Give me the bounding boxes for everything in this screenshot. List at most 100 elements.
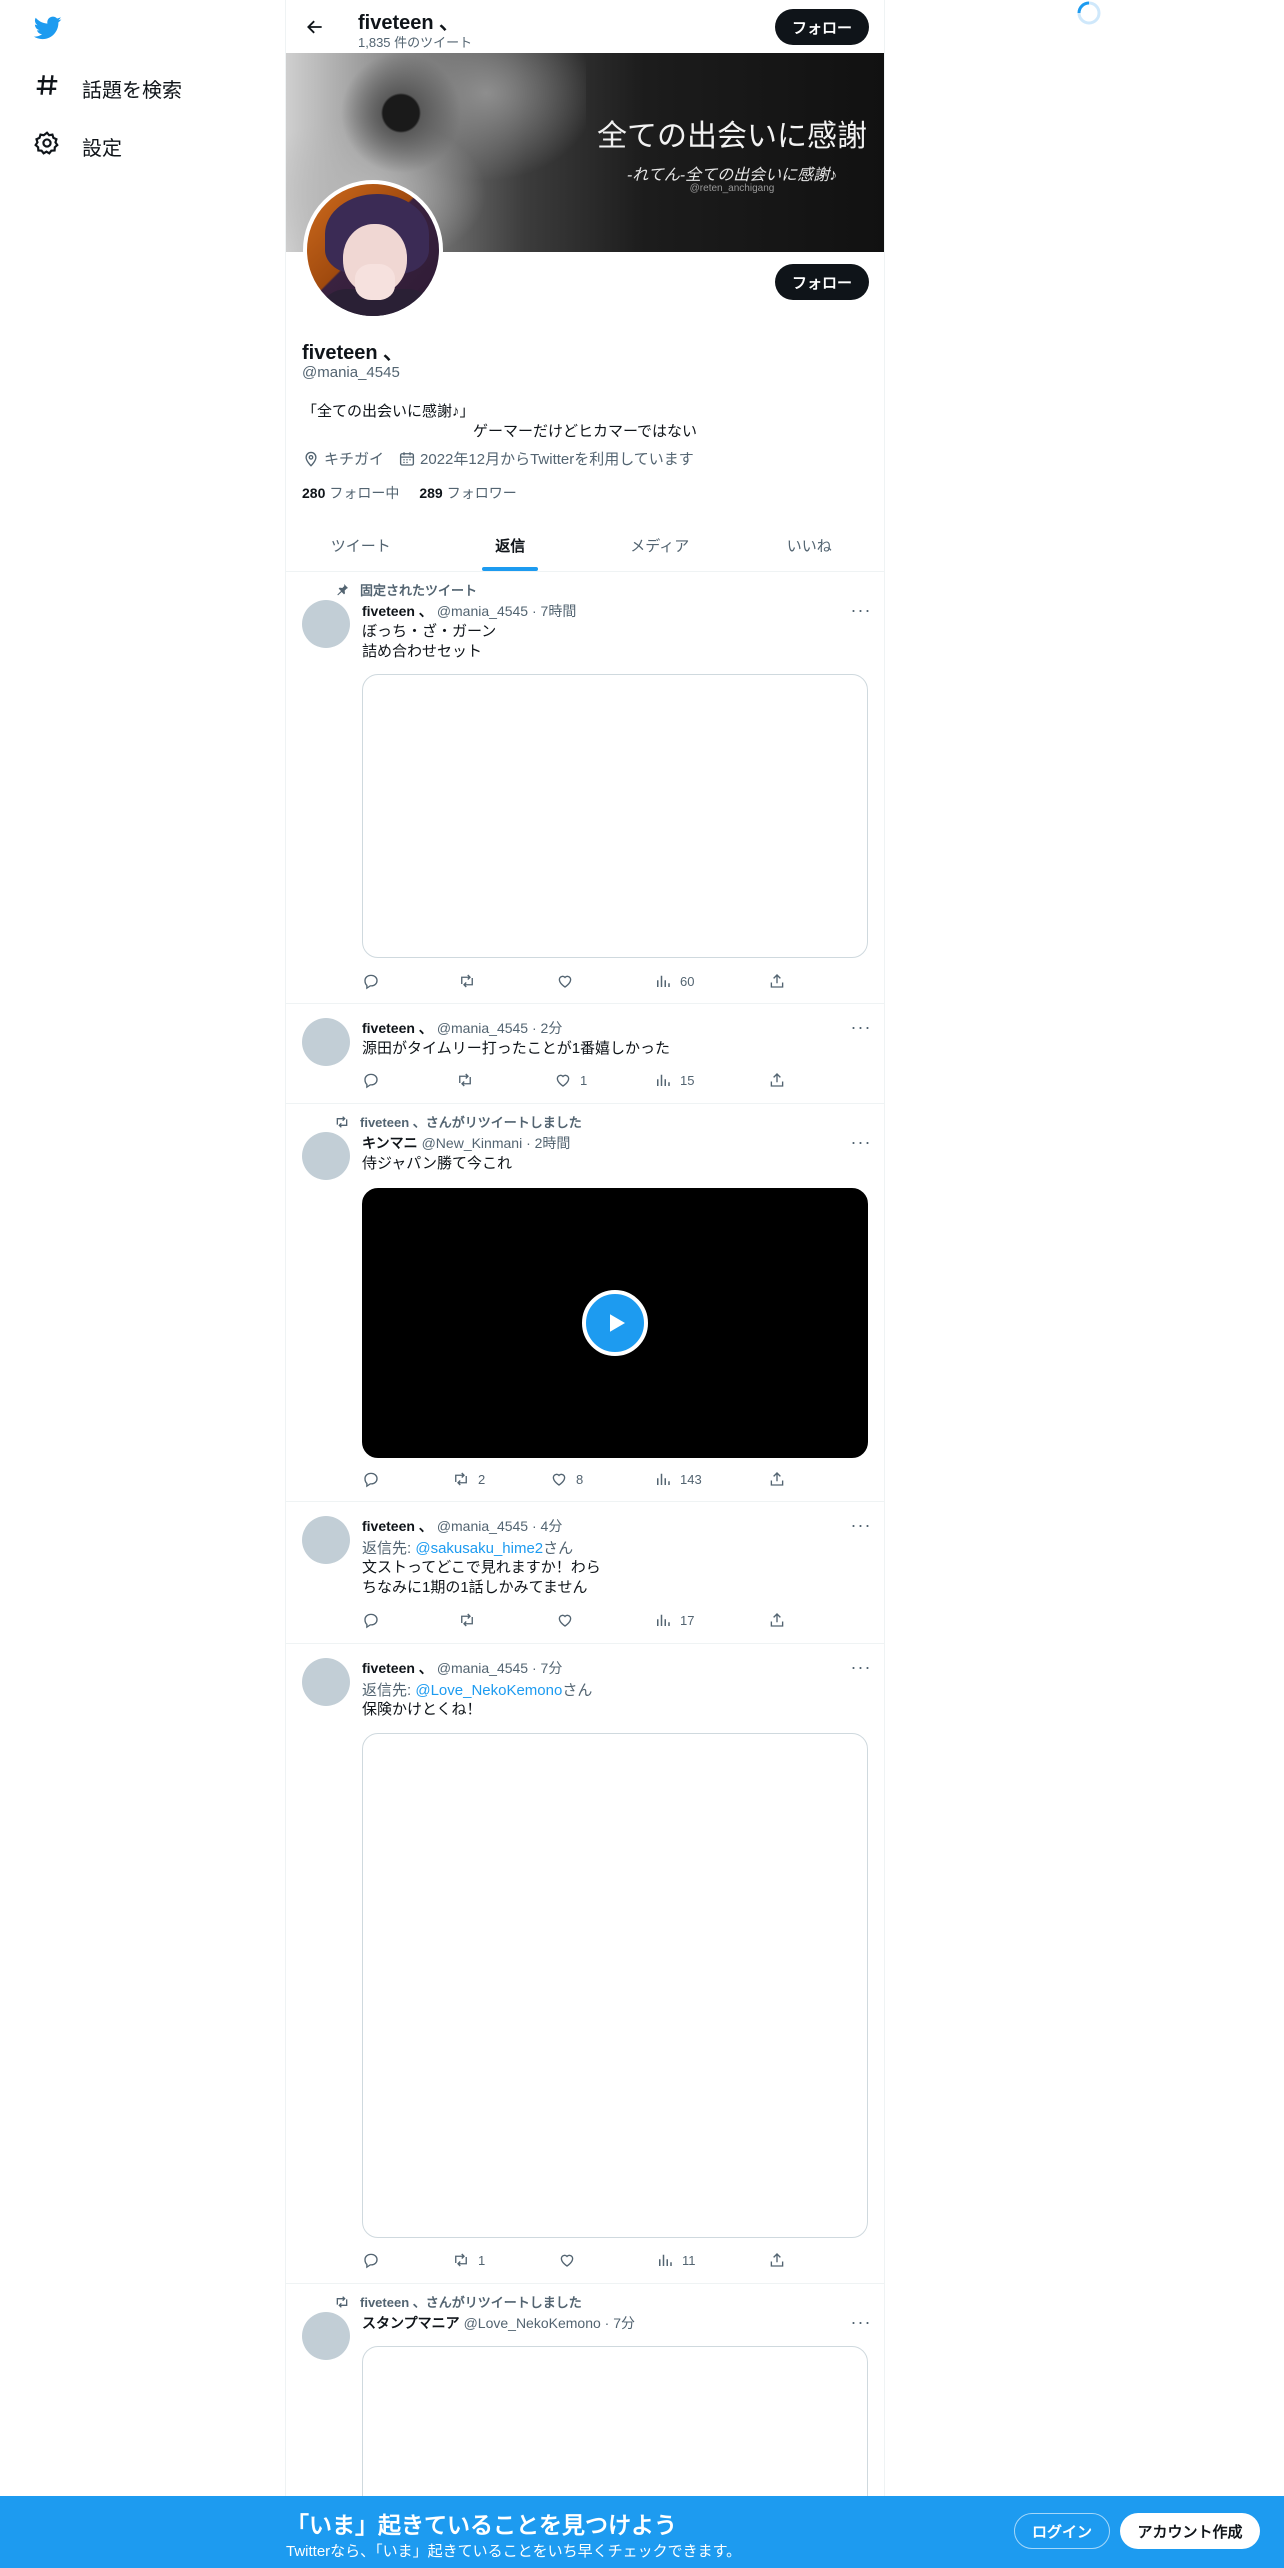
tweet[interactable]: fiveteen 、 @mania_4545 · 4分 ··· 返信先: @sak… xyxy=(286,1502,884,1644)
main-column: fiveteen 、 1,835 件のツイート フォロー 全ての出会いに感謝 -… xyxy=(285,0,885,2568)
reply-button[interactable] xyxy=(362,972,388,990)
gear-icon xyxy=(34,130,60,162)
retweet-context-label: fiveteen 、さんがリツイートしました xyxy=(360,2295,582,2310)
twitter-logo-icon[interactable] xyxy=(32,14,64,42)
share-button[interactable] xyxy=(768,972,786,990)
reply-to-line: 返信先: @sakusaku_hime2さん xyxy=(362,1537,573,1558)
header-follow-button[interactable]: フォロー xyxy=(775,9,869,45)
tweet-media[interactable] xyxy=(362,1733,868,2238)
nav-item-explore[interactable]: 話題を検索 xyxy=(34,72,182,104)
following-label: フォロー中 xyxy=(329,485,400,501)
tweet-avatar[interactable] xyxy=(302,2312,350,2360)
retweet-count: 1 xyxy=(478,2252,486,2268)
tab-likes[interactable]: いいね xyxy=(735,520,885,571)
tweet-author-name[interactable]: fiveteen 、 xyxy=(362,1020,433,1036)
tweet-header: スタンプマニア @Love_NekoKemono · 7分 xyxy=(362,2313,635,2333)
tweet-author-name[interactable]: fiveteen 、 xyxy=(362,1518,433,1534)
retweet-button[interactable]: 2 xyxy=(452,1470,485,1488)
more-icon[interactable]: ··· xyxy=(849,2312,873,2332)
like-button[interactable] xyxy=(556,972,582,990)
retweet-button[interactable] xyxy=(458,972,484,990)
back-button[interactable] xyxy=(298,10,332,44)
like-button[interactable] xyxy=(558,2251,584,2269)
followers-link[interactable]: 289 フォロワー xyxy=(419,483,516,503)
tweet-avatar[interactable] xyxy=(302,1018,350,1066)
header-tweet-count: 1,835 件のツイート xyxy=(358,35,473,50)
like-button[interactable]: 1 xyxy=(554,1071,587,1089)
reply-to-line: 返信先: @Love_NekoKemonoさん xyxy=(362,1679,592,1700)
tweet[interactable]: fiveteen 、 @mania_4545 · 7分 ··· 返信先: @Lov… xyxy=(286,1644,884,2284)
reply-to-link[interactable]: @sakusaku_hime2 xyxy=(415,1540,543,1557)
more-icon[interactable]: ··· xyxy=(849,1515,873,1535)
views-button[interactable]: 143 xyxy=(654,1470,702,1488)
nav-item-label: 話題を検索 xyxy=(82,79,182,102)
tweet-avatar[interactable] xyxy=(302,1658,350,1706)
retweet-button[interactable]: 1 xyxy=(452,2251,485,2269)
reply-button[interactable] xyxy=(362,1071,388,1089)
tweet-text-line-1: 源田がタイムリー打ったことが1番嬉しかった xyxy=(362,1040,671,1057)
views-count: 60 xyxy=(680,973,695,989)
nav-item-label: 設定 xyxy=(82,137,122,160)
reply-button[interactable] xyxy=(362,1470,388,1488)
tweet[interactable]: fiveteen 、 @mania_4545 · 2分 ··· 源田がタイムリー打… xyxy=(286,1004,884,1104)
share-button[interactable] xyxy=(768,1470,786,1488)
tab-replies[interactable]: 返信 xyxy=(436,520,586,571)
tweet-author-name[interactable]: キンマニ xyxy=(362,1135,418,1151)
tweet-text-line-1: ぼっち・ざ・ガーン xyxy=(362,623,497,640)
tweet-avatar[interactable] xyxy=(302,1516,350,1564)
avatar-hands xyxy=(355,264,395,300)
views-button[interactable]: 11 xyxy=(656,2251,696,2269)
bar-chart-icon xyxy=(659,2254,672,2266)
tweet[interactable]: 固定されたツイート fiveteen 、 @mania_4545 · 7時間 ··… xyxy=(286,572,884,1004)
tab-tweets[interactable]: ツイート xyxy=(286,520,436,571)
tweet-actions: 1 15 xyxy=(362,1071,802,1091)
play-button[interactable] xyxy=(582,1290,648,1356)
retweet-button[interactable] xyxy=(458,1611,484,1629)
nav-item-settings[interactable]: 設定 xyxy=(34,130,122,162)
tweet-media[interactable] xyxy=(362,674,868,958)
views-button[interactable]: 15 xyxy=(654,1071,694,1089)
retweet-button[interactable] xyxy=(456,1071,482,1089)
tweet-avatar[interactable] xyxy=(302,1132,350,1180)
more-icon[interactable]: ··· xyxy=(849,1657,873,1677)
tweet-meta: @mania_4545 · 2分 xyxy=(436,1020,563,1036)
profile-avatar[interactable] xyxy=(303,180,443,320)
tweet-text-line-1: 文ストってどこで見れますか！わら xyxy=(362,1559,601,1576)
signup-button[interactable]: アカウント作成 xyxy=(1120,2513,1260,2549)
tweet-author-name[interactable]: fiveteen 、 xyxy=(362,603,433,619)
share-button[interactable] xyxy=(768,2251,786,2269)
heart-icon xyxy=(558,975,572,988)
tweet-avatar[interactable] xyxy=(302,600,350,648)
more-icon[interactable]: ··· xyxy=(849,600,873,620)
tweet-video[interactable] xyxy=(362,1188,868,1458)
like-button[interactable] xyxy=(556,1611,582,1629)
signup-banner-subtitle: Twitterなら、「いま」起きていることをいち早くチェックできます。 xyxy=(286,2543,742,2560)
views-button[interactable]: 17 xyxy=(654,1611,694,1629)
tweet-author-name[interactable]: スタンプマニア xyxy=(362,2315,460,2331)
share-button[interactable] xyxy=(768,1071,786,1089)
reply-icon xyxy=(364,974,378,990)
views-count: 15 xyxy=(680,1072,695,1088)
profile-follow-button[interactable]: フォロー xyxy=(775,264,869,300)
retweet-icon xyxy=(455,1472,467,1486)
tweet-text-line-1: 侍ジャパン勝て今これ xyxy=(362,1155,513,1172)
tab-media[interactable]: メディア xyxy=(585,520,735,571)
tweet-author-name[interactable]: fiveteen 、 xyxy=(362,1660,433,1676)
following-link[interactable]: 280 フォロー中 xyxy=(302,483,399,503)
more-icon[interactable]: ··· xyxy=(849,1017,873,1037)
reply-button[interactable] xyxy=(362,2251,388,2269)
reply-to-link[interactable]: @Love_NekoKemono xyxy=(415,1682,562,1699)
heart-icon xyxy=(560,2254,574,2267)
login-button[interactable]: ログイン xyxy=(1014,2513,1110,2549)
tweet-header: fiveteen 、 @mania_4545 · 7時間 xyxy=(362,601,576,621)
profile-handle: @mania_4545 xyxy=(302,364,400,381)
like-button[interactable]: 8 xyxy=(550,1470,583,1488)
tweet-text-line-1: 保険かけとくね！ xyxy=(362,1701,482,1718)
more-icon[interactable]: ··· xyxy=(849,1132,873,1152)
tweet[interactable]: fiveteen 、さんがリツイートしました キンマニ @New_Kinmani … xyxy=(286,1104,884,1502)
views-button[interactable]: 60 xyxy=(654,972,694,990)
share-icon xyxy=(770,974,784,988)
tweet-text-line-2: ちなみに1期の1話しかみてません xyxy=(362,1579,588,1596)
share-button[interactable] xyxy=(768,1611,786,1629)
reply-button[interactable] xyxy=(362,1611,388,1629)
